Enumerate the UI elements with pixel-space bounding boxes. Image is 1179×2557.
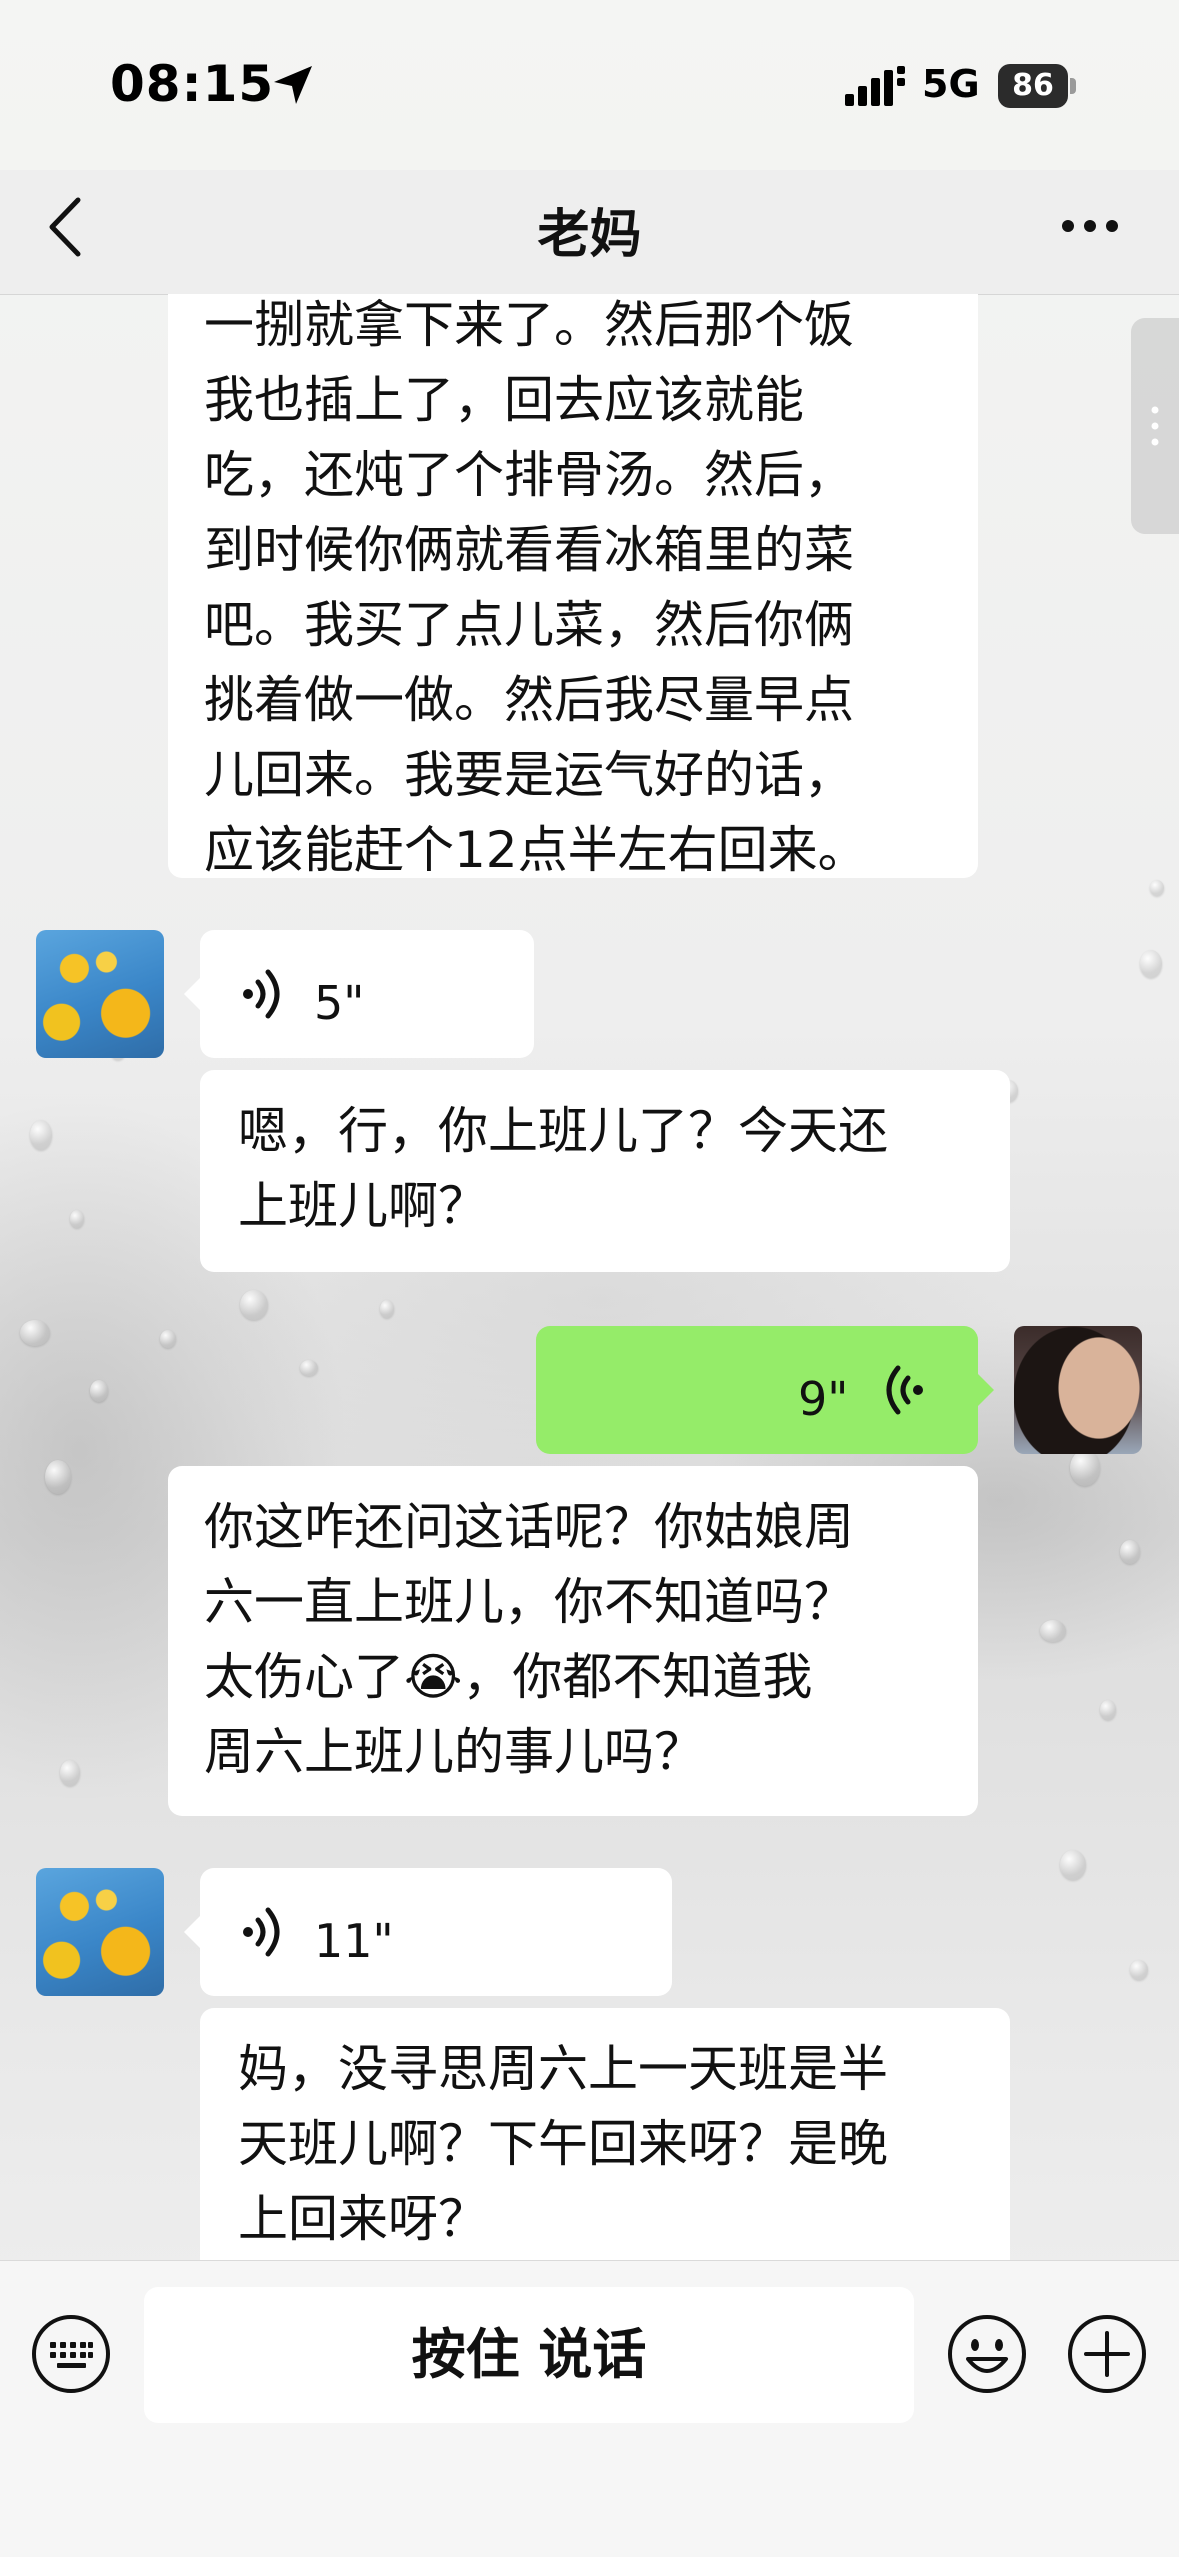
emoji-icon[interactable] <box>946 2313 1028 2395</box>
message-bubble[interactable]: 一捌就拿下来了。然后那个饭 我也插上了，回去应该就能 吃，还炖了个排骨汤。然后，… <box>168 294 978 879</box>
signal-icon <box>845 66 905 106</box>
transcript-line: 嗯，行，你上班儿了？今天还 <box>238 1102 888 1160</box>
voice-message-bubble[interactable]: 11" <box>184 1868 672 1996</box>
avatar-mom[interactable] <box>36 930 164 1058</box>
input-bar: 按住 说话 <box>0 2260 1179 2557</box>
transcript-line: 上回来呀？ <box>238 2190 488 2248</box>
plus-icon[interactable] <box>1066 2313 1148 2395</box>
scroll-handle[interactable] <box>1131 318 1179 534</box>
message-bubble[interactable]: 你这咋还问这话呢？你姑娘周 六一直上班儿，你不知道吗？ 太伤心了😭，你都不知道我… <box>168 1466 978 1816</box>
grip-dots-icon <box>1151 406 1159 446</box>
nav-bar: 老妈 <box>0 170 1179 295</box>
keyboard-icon[interactable] <box>30 2313 112 2395</box>
chat-area[interactable]: 一捌就拿下来了。然后那个饭 我也插上了，回去应该就能 吃，还炖了个排骨汤。然后，… <box>0 294 1179 2260</box>
hold-to-talk-button[interactable]: 按住 说话 <box>144 2287 914 2423</box>
voice-message-bubble[interactable]: 9" <box>536 1326 994 1454</box>
status-time: 08:15 <box>110 55 275 113</box>
voice-transcript-bubble[interactable]: 嗯，行，你上班儿了？今天还 上班儿啊？ <box>200 1070 1010 1272</box>
voice-duration: 5" <box>314 976 365 1030</box>
voice-transcript-bubble[interactable]: 妈，没寻思周六上一天班是半 天班儿啊？下午回来呀？是晚 上回来呀？ <box>200 2008 1010 2260</box>
voice-wave-icon <box>243 1907 280 1957</box>
message-line: 吃，还炖了个排骨汤。然后， <box>204 446 854 504</box>
message-line: 周六上班儿的事儿吗？ <box>204 1723 704 1781</box>
transcript-line: 上班儿啊？ <box>238 1177 488 1235</box>
voice-wave-icon <box>243 969 280 1019</box>
more-dots-icon[interactable] <box>1058 206 1122 246</box>
location-arrow-icon <box>274 66 312 104</box>
battery-icon: 86 <box>998 64 1076 108</box>
message-line: 我也插上了，回去应该就能 <box>204 371 804 429</box>
voice-message-bubble[interactable]: 5" <box>184 930 534 1058</box>
battery-level: 86 <box>1012 68 1054 103</box>
message-line: 儿回来。我要是运气好的话， <box>204 746 854 804</box>
chat-title: 老妈 <box>537 205 642 265</box>
message-line: 一捌就拿下来了。然后那个饭 <box>204 296 854 354</box>
status-bar: 08:15 5G 86 <box>0 0 1179 170</box>
transcript-line: 天班儿啊？下午回来呀？是晚 <box>238 2115 888 2173</box>
network-type: 5G <box>922 62 980 106</box>
message-line: 太伤心了😭，你都不知道我 <box>204 1648 813 1706</box>
avatar-mom[interactable] <box>36 1868 164 1996</box>
message-line: 六一直上班儿，你不知道吗？ <box>204 1573 854 1631</box>
message-line: 挑着做一做。然后我尽量早点 <box>204 671 854 729</box>
transcript-line: 妈，没寻思周六上一天班是半 <box>238 2040 888 2098</box>
voice-duration: 9" <box>798 1372 849 1426</box>
voice-duration: 11" <box>314 1914 394 1968</box>
voice-wave-icon <box>886 1365 923 1415</box>
message-line: 应该能赶个12点半左右回来。 <box>204 821 868 879</box>
message-line: 到时候你俩就看看冰箱里的菜 <box>204 521 854 579</box>
avatar-me[interactable] <box>1014 1326 1142 1454</box>
message-line: 吧。我买了点儿菜，然后你俩 <box>204 596 854 654</box>
message-line: 你这咋还问这话呢？你姑娘周 <box>204 1498 854 1556</box>
